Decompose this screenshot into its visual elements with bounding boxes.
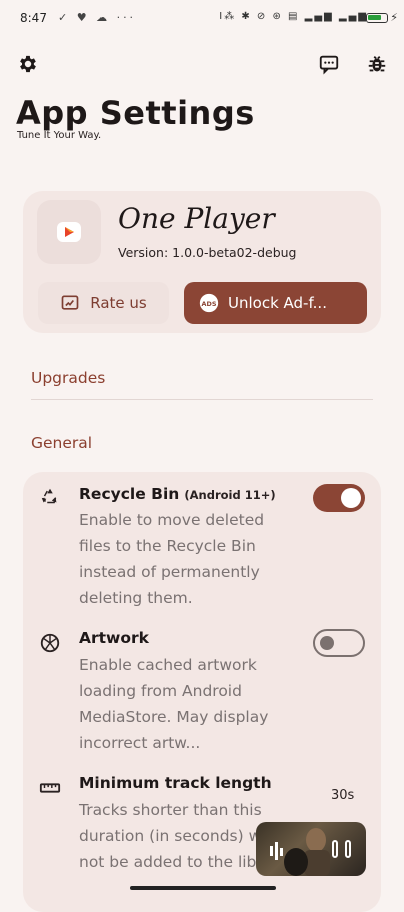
- feedback-icon[interactable]: [314, 49, 344, 79]
- app-version: Version: 1.0.0-beta02-debug: [118, 245, 297, 260]
- rate-us-label: Rate us: [90, 294, 147, 312]
- recycle-bin-description: Enable to move deleted files to the Recy…: [79, 511, 265, 607]
- charging-icon: ⚡: [390, 11, 398, 24]
- notification-icons: ✓ ♥ ☁ ···: [58, 11, 137, 24]
- divider: [31, 399, 373, 400]
- pause-icon-bar: [345, 840, 351, 858]
- battery-icon: [366, 13, 388, 23]
- app-logo: [37, 200, 101, 264]
- artwork-toggle[interactable]: [313, 629, 365, 657]
- artwork-title: Artwork: [79, 629, 149, 647]
- svg-text:ADS: ADS: [202, 300, 217, 308]
- page-title: App Settings: [16, 94, 255, 132]
- ad-free-icon: ADS: [199, 293, 219, 313]
- toggle-knob: [341, 488, 361, 508]
- unlock-ad-free-button[interactable]: ADS Unlock Ad-f...: [184, 282, 367, 324]
- system-status-icons: Ⅰ⁂ ✱ ⊘ ⊛ ▤ ▂▄▆ ▂▄▆: [219, 11, 368, 22]
- toggle-knob: [320, 636, 334, 650]
- ruler-icon: [39, 777, 61, 799]
- mini-player[interactable]: [256, 822, 366, 876]
- recycle-bin-tag: (Android 11+): [184, 488, 276, 502]
- artwork-description: Enable cached artwork loading from Andro…: [79, 656, 269, 752]
- pause-icon[interactable]: [332, 840, 338, 858]
- bug-icon[interactable]: [362, 49, 392, 79]
- rate-us-button[interactable]: Rate us: [38, 282, 169, 324]
- min-track-length-title: Minimum track length: [79, 774, 272, 792]
- play-logo-icon: [57, 222, 81, 242]
- status-time: 8:47: [20, 11, 47, 25]
- status-bar: 8:47 ✓ ♥ ☁ ··· Ⅰ⁂ ✱ ⊘ ⊛ ▤ ▂▄▆ ▂▄▆ ⚡: [0, 0, 404, 38]
- artwork-icon: [39, 632, 61, 654]
- gear-icon[interactable]: [13, 49, 43, 79]
- section-upgrades[interactable]: Upgrades: [31, 369, 105, 387]
- page-subtitle: Tune It Your Way.: [17, 130, 102, 141]
- min-track-length-value[interactable]: 30s: [331, 788, 354, 803]
- recycle-icon: [39, 486, 61, 508]
- recycle-bin-title: Recycle Bin: [79, 485, 180, 503]
- unlock-label: Unlock Ad-f...: [228, 294, 327, 312]
- app-name: One Player: [118, 202, 275, 235]
- home-indicator[interactable]: [130, 886, 276, 890]
- recycle-bin-toggle[interactable]: [313, 484, 365, 512]
- rate-icon: [61, 295, 79, 310]
- section-general: General: [31, 434, 93, 452]
